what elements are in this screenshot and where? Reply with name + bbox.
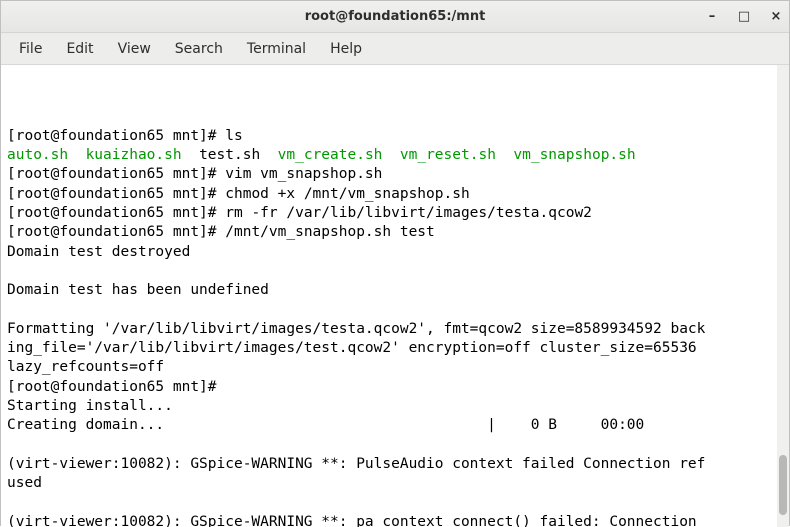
prompt: [root@foundation65 mnt]# (7, 205, 225, 221)
cmd-vim: vim vm_snapshop.sh (225, 166, 382, 182)
scrollbar[interactable] (777, 65, 789, 527)
file-vmcreate: vm_create.sh (278, 147, 383, 163)
cmd-rm: rm -fr /var/lib/libvirt/images/testa.qco… (225, 205, 592, 221)
out-fmt3: lazy_refcounts=off (7, 359, 164, 375)
out-warn1: (virt-viewer:10082): GSpice-WARNING **: … (7, 456, 705, 472)
out-creating: Creating domain... | 0 B 00:00 (7, 417, 688, 433)
out-fmt2: ing_file='/var/lib/libvirt/images/test.q… (7, 340, 705, 356)
out-destroyed: Domain test destroyed (7, 244, 190, 260)
scroll-thumb[interactable] (779, 455, 787, 515)
out-warn2: (virt-viewer:10082): GSpice-WARNING **: … (7, 514, 705, 527)
file-vmsnapshop: vm_snapshop.sh (513, 147, 635, 163)
cmd-chmod: chmod +x /mnt/vm_snapshop.sh (225, 186, 469, 202)
cmd-run: /mnt/vm_snapshop.sh test (225, 224, 435, 240)
menu-help[interactable]: Help (318, 37, 374, 61)
prompt: [root@foundation65 mnt]# (7, 186, 225, 202)
titlebar: root@foundation65:/mnt – □ × (1, 1, 789, 33)
terminal-wrap: [root@foundation65 mnt]# ls auto.sh kuaiz… (1, 65, 789, 527)
prompt: [root@foundation65 mnt]# (7, 128, 225, 144)
menu-file[interactable]: File (7, 37, 54, 61)
out-fmt1: Formatting '/var/lib/libvirt/images/test… (7, 321, 705, 337)
prompt: [root@foundation65 mnt]# (7, 166, 225, 182)
terminal[interactable]: [root@foundation65 mnt]# ls auto.sh kuaiz… (1, 65, 777, 527)
file-auto: auto.sh (7, 147, 68, 163)
close-button[interactable]: × (769, 9, 783, 24)
maximize-button[interactable]: □ (737, 9, 751, 24)
menu-view[interactable]: View (106, 37, 163, 61)
prompt: [root@foundation65 mnt]# (7, 224, 225, 240)
minimize-button[interactable]: – (705, 9, 719, 24)
file-vmreset: vm_reset.sh (400, 147, 496, 163)
out-warn1b: used (7, 475, 42, 491)
out-starting: Starting install... (7, 398, 173, 414)
file-test: test.sh (199, 147, 260, 163)
out-undefined: Domain test has been undefined (7, 282, 269, 298)
menubar: File Edit View Search Terminal Help (1, 33, 789, 65)
menu-search[interactable]: Search (163, 37, 235, 61)
window-title: root@foundation65:/mnt (305, 9, 486, 24)
menu-terminal[interactable]: Terminal (235, 37, 318, 61)
prompt: [root@foundation65 mnt]# (7, 379, 225, 395)
file-kuaizhao: kuaizhao.sh (86, 147, 182, 163)
cmd-ls: ls (225, 128, 242, 144)
menu-edit[interactable]: Edit (54, 37, 105, 61)
window-controls: – □ × (705, 9, 783, 24)
